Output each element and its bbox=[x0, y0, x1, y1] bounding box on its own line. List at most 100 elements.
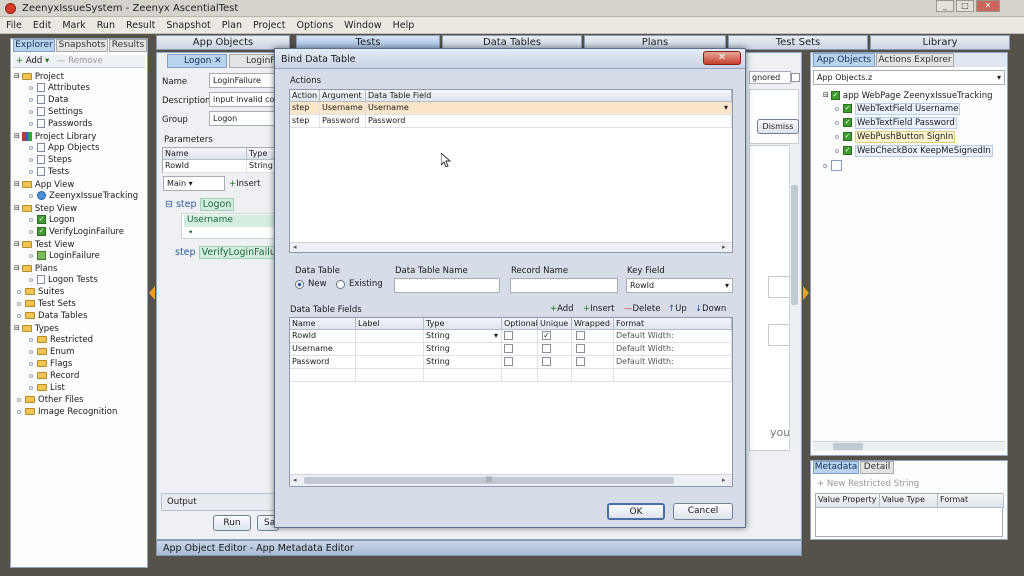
ignored-field[interactable]: gnored bbox=[749, 71, 791, 84]
group-field[interactable]: Logon bbox=[209, 111, 275, 126]
format-cell[interactable]: Default Width: bbox=[614, 330, 732, 343]
collapse-icon[interactable]: ⊟ bbox=[14, 131, 20, 142]
tab-loginfailure[interactable]: LoginF bbox=[229, 54, 279, 68]
tab-test-sets[interactable]: Test Sets bbox=[728, 35, 868, 50]
remove-button[interactable]: — Remove bbox=[57, 56, 103, 66]
unique-checkbox[interactable] bbox=[542, 344, 551, 353]
tab-library[interactable]: Library bbox=[870, 35, 1010, 50]
field-name-cell[interactable]: Username bbox=[290, 343, 356, 356]
tree-item[interactable]: Enum bbox=[29, 347, 74, 358]
tab-logon[interactable]: Logon ✕ bbox=[167, 54, 227, 68]
collapse-icon[interactable]: ⊟ bbox=[14, 323, 20, 334]
actions-cell[interactable]: Username bbox=[320, 102, 366, 115]
wrapped-checkbox[interactable] bbox=[576, 331, 585, 340]
empty-cell[interactable] bbox=[502, 369, 538, 382]
tree-item[interactable]: ✓ WebCheckBox KeepMeSignedIn bbox=[835, 145, 993, 157]
tree-item[interactable]: ⊟ App View bbox=[14, 179, 74, 190]
field-name-cell[interactable]: RowId bbox=[290, 330, 356, 343]
empty-cell[interactable] bbox=[424, 369, 502, 382]
radio-existing[interactable] bbox=[336, 280, 345, 289]
tree-item[interactable]: LoginFailure bbox=[29, 251, 100, 262]
empty-cell[interactable] bbox=[356, 369, 424, 382]
field-type-cell[interactable]: String bbox=[424, 356, 502, 369]
tree-item[interactable]: Steps bbox=[29, 155, 72, 166]
add-field-button[interactable]: +Add bbox=[550, 304, 574, 314]
minimize-button[interactable]: _ bbox=[936, 0, 954, 12]
tree-item[interactable]: ⊟ ✓ app WebPage ZeenyxIssueTracking bbox=[823, 90, 992, 101]
tree-item[interactable]: Data Tables bbox=[17, 311, 87, 322]
menu-edit[interactable]: Edit bbox=[27, 17, 56, 31]
tree-item[interactable]: ⊟ Types bbox=[14, 323, 59, 334]
collapse-icon[interactable]: ⊟ bbox=[14, 71, 20, 82]
ok-button[interactable]: OK bbox=[607, 503, 665, 520]
field-label-cell[interactable] bbox=[356, 330, 424, 343]
tree-item[interactable]: Record bbox=[29, 371, 79, 382]
scroll-left-icon[interactable]: ◂ bbox=[293, 476, 297, 484]
new-restricted-button[interactable]: + New Restricted String bbox=[817, 479, 919, 489]
collapse-icon[interactable]: ⊟ bbox=[14, 179, 20, 190]
tree-item[interactable]: Suites bbox=[17, 287, 64, 298]
unique-checkbox[interactable]: ✓ bbox=[542, 331, 551, 340]
field-type-dropdown[interactable]: String ▾ bbox=[424, 330, 502, 343]
scrollbar-thumb[interactable] bbox=[833, 443, 863, 450]
tree-item[interactable]: Image Recognition bbox=[17, 407, 117, 418]
add-button[interactable]: + Add ▾ bbox=[16, 56, 49, 66]
actions-cell[interactable]: step bbox=[290, 115, 320, 128]
new-object-slot[interactable] bbox=[831, 160, 842, 171]
table-name-field[interactable] bbox=[394, 278, 500, 293]
tab-detail[interactable]: Detail bbox=[860, 461, 894, 474]
close-button[interactable]: ✕ bbox=[976, 0, 1000, 12]
data-table-field-dropdown[interactable]: Username ▾ bbox=[366, 102, 732, 115]
dialog-close-icon[interactable]: ✕ bbox=[703, 51, 741, 65]
format-cell[interactable]: Default Width: bbox=[614, 343, 732, 356]
ignored-checkbox[interactable] bbox=[791, 73, 800, 82]
insert-button[interactable]: +Insert bbox=[229, 179, 261, 189]
tab-app-objects[interactable]: App Objects bbox=[156, 35, 290, 50]
collapse-icon[interactable]: ⊟ bbox=[823, 90, 829, 101]
name-field[interactable]: LoginFailure bbox=[209, 73, 275, 88]
step-name[interactable]: Logon bbox=[199, 198, 235, 211]
scroll-right-icon[interactable]: ▸ bbox=[722, 243, 726, 251]
scrollbar-thumb[interactable] bbox=[791, 185, 798, 305]
step-row-verify[interactable]: step VerifyLoginFailu bbox=[175, 246, 279, 259]
tree-item[interactable]: App Objects bbox=[29, 143, 99, 154]
tree-item[interactable]: ✓ VerifyLoginFailure bbox=[29, 227, 124, 238]
key-field-dropdown[interactable]: RowId ▾ bbox=[626, 278, 733, 293]
step-name[interactable]: VerifyLoginFailu bbox=[198, 246, 279, 259]
optional-checkbox[interactable] bbox=[504, 357, 513, 366]
tab-actions-explorer[interactable]: Actions Explorer bbox=[876, 53, 954, 67]
empty-cell[interactable] bbox=[290, 369, 356, 382]
tree-item[interactable]: Test Sets bbox=[17, 299, 76, 310]
menu-result[interactable]: Result bbox=[120, 17, 160, 31]
menu-help[interactable]: Help bbox=[387, 17, 420, 31]
tree-item[interactable]: Other Files bbox=[17, 395, 84, 406]
scroll-left-icon[interactable]: ◂ bbox=[293, 243, 297, 251]
tree-item[interactable]: ✓ WebTextField Password bbox=[835, 117, 957, 129]
tree-item[interactable]: Passwords bbox=[29, 119, 92, 130]
empty-cell[interactable] bbox=[572, 369, 614, 382]
menu-plan[interactable]: Plan bbox=[216, 17, 247, 31]
tab-results[interactable]: Results bbox=[109, 39, 147, 52]
maximize-button[interactable]: □ bbox=[956, 0, 974, 12]
insert-field-button[interactable]: +Insert bbox=[583, 304, 615, 314]
run-button[interactable]: Run bbox=[213, 515, 251, 531]
app-objects-dropdown[interactable]: App Objects.z ▾ bbox=[813, 70, 1005, 85]
menu-snapshot[interactable]: Snapshot bbox=[160, 17, 215, 31]
main-dropdown[interactable]: Main ▾ bbox=[163, 176, 225, 191]
dismiss-button[interactable]: Dismiss bbox=[757, 119, 799, 134]
record-name-field[interactable] bbox=[510, 278, 618, 293]
fields-scrollbar[interactable]: ◂ ||| ▸ bbox=[290, 474, 732, 486]
tree-item[interactable]: ⊟ Test View bbox=[14, 239, 75, 250]
actions-cell[interactable]: step bbox=[290, 102, 320, 115]
tree-item[interactable]: Attributes bbox=[29, 83, 90, 94]
field-name-cell[interactable]: Password bbox=[290, 356, 356, 369]
menu-file[interactable]: File bbox=[0, 17, 27, 31]
tree-item[interactable]: Settings bbox=[29, 107, 83, 118]
menu-window[interactable]: Window bbox=[338, 17, 386, 31]
actions-scrollbar[interactable]: ◂ ▸ bbox=[290, 242, 732, 252]
menu-options[interactable]: Options bbox=[290, 17, 338, 31]
tree-item[interactable]: ⊟ Project Library bbox=[14, 131, 96, 142]
field-label-cell[interactable] bbox=[356, 356, 424, 369]
actions-cell[interactable]: Password bbox=[320, 115, 366, 128]
tree-item[interactable]: ✓ WebPushButton SignIn bbox=[835, 131, 956, 143]
